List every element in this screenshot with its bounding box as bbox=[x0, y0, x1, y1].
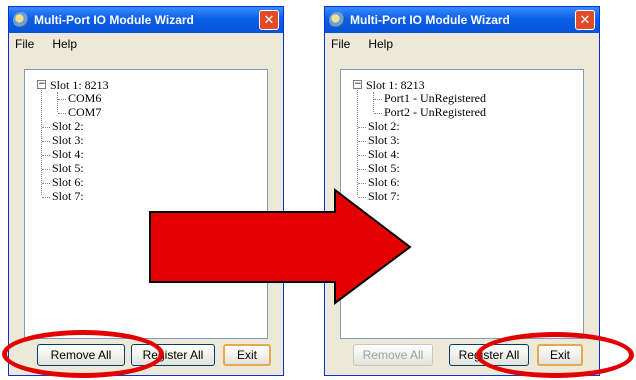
highlight-ellipse-exit bbox=[476, 332, 634, 378]
transition-arrow bbox=[149, 187, 412, 305]
highlight-ellipse-remove-all bbox=[2, 330, 164, 378]
arrow-shape bbox=[149, 187, 412, 305]
